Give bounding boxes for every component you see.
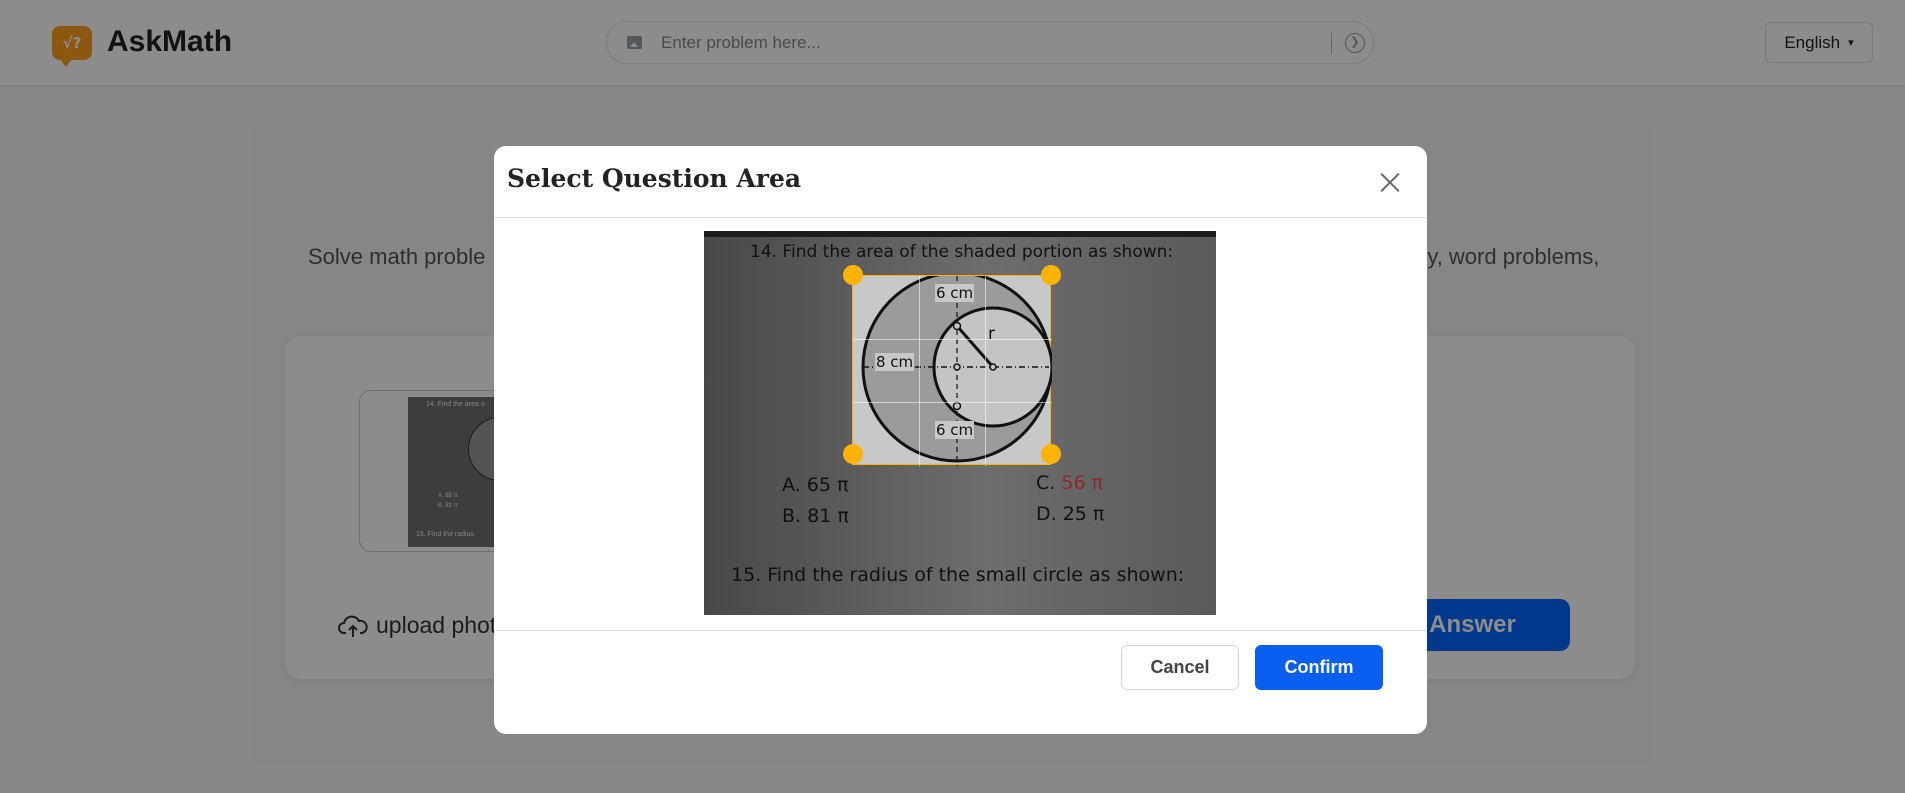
option-c-prefix: C. <box>1036 472 1062 494</box>
diagram-label-left: 8 cm <box>875 353 915 371</box>
option-b-text: B. 81 π <box>782 505 849 527</box>
crop-grid-line <box>853 339 1052 340</box>
dialog-title: Select Question Area <box>507 164 802 193</box>
divider <box>494 630 1427 631</box>
option-c-value: 56 π <box>1061 472 1104 494</box>
question-14-text: 14. Find the area of the shaded portion … <box>750 242 1174 262</box>
crop-handle-bottom-right[interactable] <box>1041 444 1061 464</box>
confirm-button[interactable]: Confirm <box>1255 645 1383 690</box>
divider <box>494 217 1427 218</box>
crop-grid-line <box>919 276 920 466</box>
question-15-text: 15. Find the radius of the small circle … <box>731 564 1185 586</box>
cancel-button[interactable]: Cancel <box>1121 645 1239 690</box>
diagram-label-radius: r <box>988 324 995 344</box>
diagram-label-top: 6 cm <box>935 284 975 302</box>
crop-handle-top-left[interactable] <box>843 265 863 285</box>
option-a-text: A. 65 π <box>782 474 849 496</box>
question-photo: 14. Find the area of the shaded portion … <box>704 231 1216 615</box>
option-d-text: D. 25 π <box>1036 503 1105 525</box>
select-area-dialog: Select Question Area 14. Find the area o… <box>494 146 1427 734</box>
crop-handle-top-right[interactable] <box>1041 265 1061 285</box>
crop-grid-line <box>985 276 986 466</box>
option-c-text: C. 56 π <box>1036 472 1103 494</box>
crop-handle-bottom-left[interactable] <box>843 444 863 464</box>
close-icon[interactable] <box>1378 170 1402 194</box>
crop-selection-box[interactable]: 6 cm 8 cm r 6 cm <box>852 275 1052 466</box>
photo-top-rule <box>704 231 1216 237</box>
diagram-label-bottom: 6 cm <box>935 421 975 439</box>
crop-grid-line <box>853 402 1052 403</box>
